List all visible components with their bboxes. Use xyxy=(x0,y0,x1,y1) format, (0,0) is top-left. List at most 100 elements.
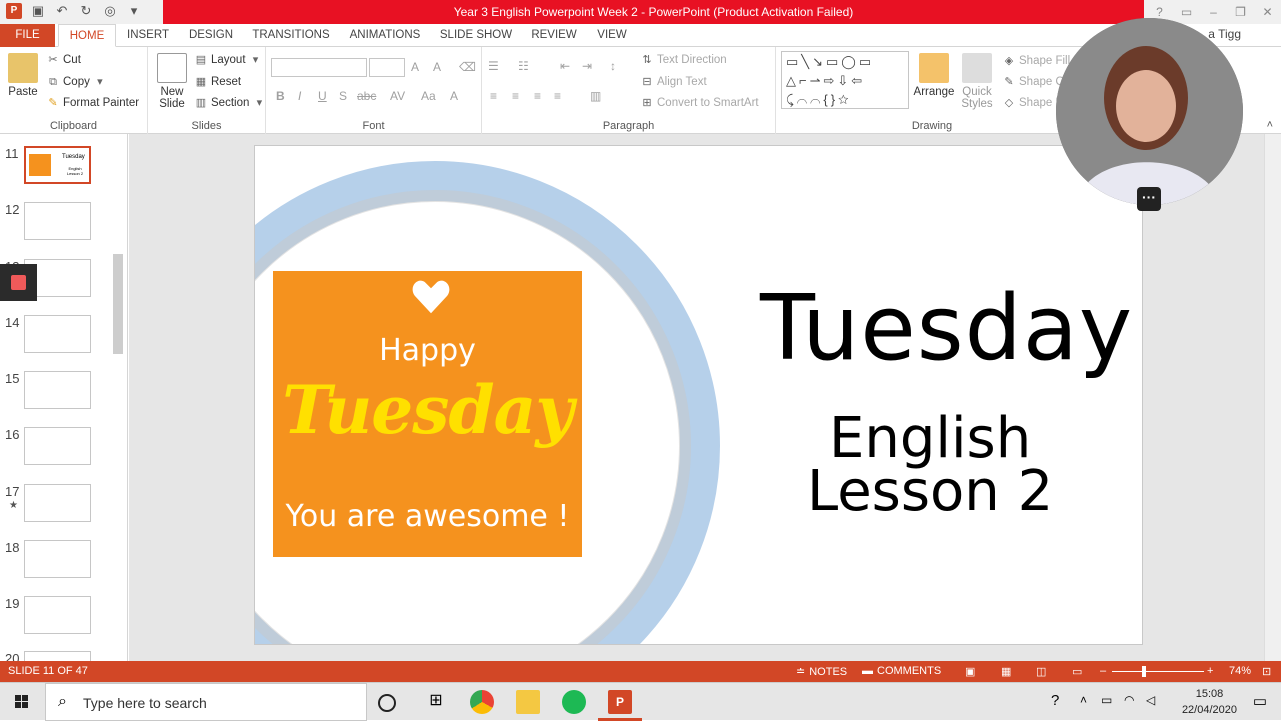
clear-formatting-icon[interactable]: ⌫ xyxy=(459,60,476,74)
thumbnail-slide-12[interactable]: 12 xyxy=(0,202,112,258)
thumbnail-slide-15[interactable]: 15 xyxy=(0,371,112,427)
format-painter-button[interactable]: ✎ Format Painter xyxy=(46,96,139,110)
thumbnail-slide-19[interactable]: 19 xyxy=(0,596,112,652)
slide-title[interactable]: Tuesday xyxy=(760,276,1133,381)
underline-icon[interactable]: U xyxy=(318,89,327,103)
user-name[interactable]: a Tigg xyxy=(1208,27,1241,41)
justify-icon[interactable]: ≡ xyxy=(554,89,561,103)
webcam-more-options-button[interactable]: ··· xyxy=(1137,187,1161,211)
paste-button[interactable]: Paste xyxy=(6,53,40,98)
strikethrough-icon[interactable]: abc xyxy=(357,89,376,103)
present-icon[interactable]: ◎ xyxy=(102,3,118,19)
shadow-icon[interactable]: S xyxy=(339,89,347,103)
slide-show-icon[interactable]: ▭ xyxy=(1072,665,1082,678)
tray-expand-icon[interactable]: ˄ xyxy=(1080,693,1087,707)
powerpoint-taskbar-icon[interactable]: P xyxy=(608,690,632,714)
taskbar-search[interactable]: ⌕ Type here to search xyxy=(45,683,367,721)
change-case-icon[interactable]: Aa xyxy=(421,89,436,103)
zoom-level[interactable]: 74% xyxy=(1229,665,1251,677)
thumbnail-slide-16[interactable]: 16 xyxy=(0,427,112,483)
spotify-icon[interactable] xyxy=(562,690,586,714)
quick-styles-button[interactable]: Quick Styles xyxy=(956,53,998,110)
task-view-icon[interactable]: ⊞ xyxy=(424,690,448,714)
font-name-input[interactable] xyxy=(271,58,367,77)
zoom-in-icon[interactable]: + xyxy=(1207,665,1213,677)
thumbnail-scrollbar[interactable] xyxy=(111,134,125,661)
zoom-out-icon[interactable]: – xyxy=(1100,665,1106,677)
decrease-indent-icon[interactable]: ⇤ xyxy=(560,59,570,73)
tab-home[interactable]: HOME xyxy=(58,24,116,47)
numbering-icon[interactable]: ☷ xyxy=(518,59,529,73)
arrange-button[interactable]: Arrange xyxy=(912,53,956,98)
grow-font-icon[interactable]: A xyxy=(411,60,419,74)
customize-qat-icon[interactable]: ▾ xyxy=(126,3,142,19)
bold-icon[interactable]: B xyxy=(276,89,285,103)
collapse-ribbon-icon[interactable]: ˄ xyxy=(1267,119,1273,131)
tab-review[interactable]: REVIEW xyxy=(528,24,580,47)
reset-button[interactable]: ▦ Reset xyxy=(194,75,241,89)
font-size-input[interactable] xyxy=(369,58,405,77)
fit-slide-icon[interactable]: ⊡ xyxy=(1262,665,1271,678)
copy-button[interactable]: ⧉ Copy ▾ xyxy=(46,75,107,89)
tab-transitions[interactable]: TRANSITIONS xyxy=(248,24,334,47)
section-button[interactable]: ▥ Section ▾ xyxy=(194,96,266,110)
tab-insert[interactable]: INSERT xyxy=(120,24,176,47)
shape-fill-button[interactable]: ◈ Shape Fill xyxy=(1002,54,1070,68)
new-slide-button[interactable]: New Slide xyxy=(154,53,190,110)
redo-icon[interactable]: ↻ xyxy=(78,3,94,19)
thumbnail-slide-14[interactable]: 14 xyxy=(0,315,112,371)
align-right-icon[interactable]: ≡ xyxy=(534,89,541,103)
tab-design[interactable]: DESIGN xyxy=(182,24,240,47)
comments-button[interactable]: ▬ COMMENTS xyxy=(862,665,941,677)
reading-view-icon[interactable]: ◫ xyxy=(1036,665,1046,678)
zoom-slider[interactable] xyxy=(1112,666,1204,677)
line-spacing-icon[interactable]: ↕ xyxy=(610,59,616,73)
tab-file[interactable]: FILE xyxy=(0,24,55,47)
help-tray-icon[interactable]: ? xyxy=(1051,692,1059,709)
scrollbar-thumb[interactable] xyxy=(113,254,123,354)
thumbnail-slide-18[interactable]: 18 xyxy=(0,540,112,596)
powerpoint-logo-icon[interactable]: P xyxy=(6,3,22,19)
minimize-icon[interactable]: – xyxy=(1200,0,1227,24)
file-explorer-icon[interactable] xyxy=(516,690,540,714)
tab-view[interactable]: VIEW xyxy=(590,24,634,47)
wifi-icon[interactable]: ◠ xyxy=(1124,693,1134,707)
slide-canvas[interactable]: Happy Tuesday You are awesome ! Tuesday … xyxy=(254,145,1143,645)
slide-subtitle-line-2[interactable]: Lesson 2 xyxy=(807,464,1053,520)
ribbon-display-icon[interactable]: ▭ xyxy=(1173,0,1200,24)
chrome-icon[interactable] xyxy=(470,690,494,714)
shapes-gallery[interactable]: ▭╲↘▭◯▭ △⌐⇀⇨⇩⇦ ⤹⌒⌒{}☆ xyxy=(781,51,909,109)
thumbnail-slide-17[interactable]: 17 ★ xyxy=(0,484,112,540)
start-button[interactable] xyxy=(0,683,44,721)
font-color-icon[interactable]: A xyxy=(450,89,458,103)
shrink-font-icon[interactable]: A xyxy=(433,60,441,74)
cut-button[interactable]: ✂ Cut xyxy=(46,53,81,67)
align-center-icon[interactable]: ≡ xyxy=(512,89,519,103)
convert-smartart-button[interactable]: ⊞ Convert to SmartArt xyxy=(640,96,758,110)
recording-stop-button[interactable] xyxy=(0,264,37,301)
editor-scrollbar[interactable] xyxy=(1264,134,1281,661)
columns-icon[interactable]: ▥ xyxy=(590,89,601,103)
italic-icon[interactable]: I xyxy=(298,89,301,103)
battery-icon[interactable]: ▭ xyxy=(1101,693,1112,707)
bullets-icon[interactable]: ☰ xyxy=(488,59,499,73)
undo-icon[interactable]: ↶ xyxy=(54,3,70,19)
cortana-icon[interactable] xyxy=(378,694,396,712)
slide-sorter-icon[interactable]: ▦ xyxy=(1001,665,1011,678)
thumbnail-slide-11[interactable]: 11 Tuesday English Lesson 2 xyxy=(0,146,112,202)
align-left-icon[interactable]: ≡ xyxy=(490,89,497,103)
layout-button[interactable]: ▤ Layout ▾ xyxy=(194,53,263,67)
text-direction-button[interactable]: ⇅ Text Direction xyxy=(640,53,726,67)
increase-indent-icon[interactable]: ⇥ xyxy=(582,59,592,73)
tab-slide-show[interactable]: SLIDE SHOW xyxy=(436,24,516,47)
zoom-slider-thumb[interactable] xyxy=(1142,666,1146,677)
system-clock[interactable]: 15:08 22/04/2020 xyxy=(1182,686,1237,718)
volume-icon[interactable]: ◁ xyxy=(1146,693,1155,707)
notes-button[interactable]: ≐ NOTES xyxy=(796,665,847,679)
character-spacing-icon[interactable]: AV xyxy=(390,89,405,103)
normal-view-icon[interactable]: ▣ xyxy=(965,665,975,678)
align-text-button[interactable]: ⊟ Align Text xyxy=(640,75,706,89)
save-icon[interactable]: ▣ xyxy=(30,3,46,19)
thumbnail-slide-20[interactable]: 20 xyxy=(0,651,112,661)
notifications-icon[interactable]: ▭ xyxy=(1253,692,1267,710)
